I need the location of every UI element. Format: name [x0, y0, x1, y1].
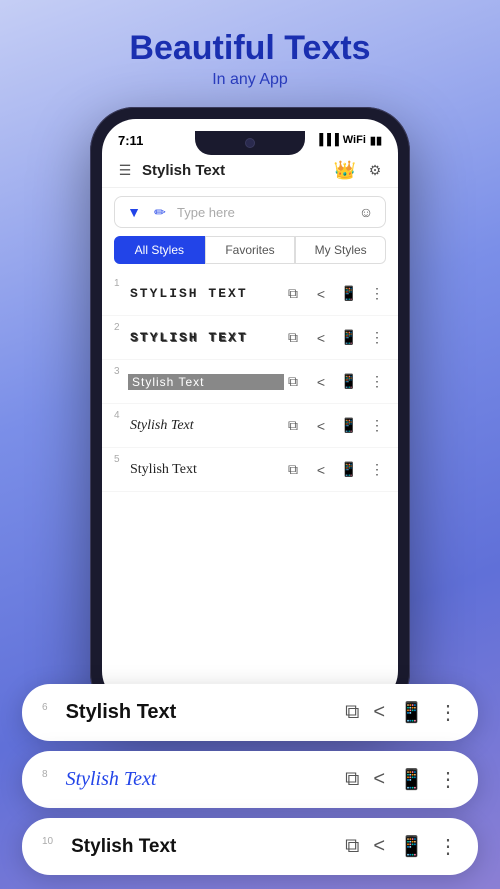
- floating-card-8: 8 Stylish Text ⧉ < 📱 ⋮: [22, 751, 478, 808]
- item-number: 2: [114, 320, 128, 333]
- search-bar[interactable]: ▼ ✏ Type here ☺: [114, 196, 386, 228]
- page-title: Beautiful Texts: [129, 30, 370, 67]
- item-number: 3: [114, 364, 128, 377]
- item-text-1: STYLISH TEXT: [128, 286, 284, 301]
- phone-screen: 7:11 ▐▐▐ WiFi ▮▮ ☰ Stylish Text 👑 ⚙ ▼ ✏ …: [102, 119, 398, 705]
- share-icon[interactable]: <: [373, 701, 385, 724]
- search-placeholder: Type here: [177, 205, 349, 220]
- share-icon[interactable]: <: [312, 417, 330, 435]
- whatsapp-icon[interactable]: 📱: [399, 767, 424, 792]
- item-text-2: STYLISH TEXT: [128, 330, 284, 345]
- tab-my-styles[interactable]: My Styles: [295, 236, 386, 264]
- copy-icon[interactable]: ⧉: [284, 461, 302, 479]
- header-icons: 👑 ⚙: [336, 161, 384, 179]
- more-icon[interactable]: ⋮: [438, 834, 458, 859]
- app-header-left: ☰ Stylish Text: [116, 161, 225, 179]
- item-actions: ⧉ < 📱 ⋮: [284, 461, 386, 479]
- item-actions: ⧉ < 📱 ⋮: [284, 373, 386, 391]
- page-subtitle: In any App: [129, 71, 370, 89]
- more-icon[interactable]: ⋮: [368, 417, 386, 435]
- item-number: 4: [114, 408, 128, 421]
- share-icon[interactable]: <: [312, 285, 330, 303]
- item-number: 5: [114, 452, 128, 465]
- whatsapp-icon[interactable]: 📱: [399, 834, 424, 859]
- phone-notch: [195, 131, 305, 155]
- app-name: Stylish Text: [142, 162, 225, 179]
- app-header-text: Beautiful Texts In any App: [129, 30, 370, 89]
- whatsapp-icon[interactable]: 📱: [340, 285, 358, 303]
- item-number: 8: [42, 767, 48, 780]
- whatsapp-icon[interactable]: 📱: [340, 461, 358, 479]
- item-text-5: Stylish Text: [128, 462, 284, 478]
- status-icons: ▐▐▐ WiFi ▮▮: [315, 134, 382, 147]
- item-actions: ⧉ < 📱 ⋮: [284, 329, 386, 347]
- copy-icon[interactable]: ⧉: [284, 285, 302, 303]
- battery-icon: ▮▮: [370, 134, 382, 147]
- more-icon[interactable]: ⋮: [368, 329, 386, 347]
- share-icon[interactable]: <: [312, 329, 330, 347]
- app-toolbar: ☰ Stylish Text 👑 ⚙: [102, 155, 398, 188]
- card-text-6: Stylish Text: [66, 701, 328, 724]
- copy-icon[interactable]: ⧉: [345, 835, 359, 858]
- floating-cards-wrapper: 6 Stylish Text ⧉ < 📱 ⋮ 8 Stylish Text ⧉ …: [0, 684, 500, 889]
- item-number: 1: [114, 276, 128, 289]
- list-item: 5 Stylish Text ⧉ < 📱 ⋮: [102, 448, 398, 492]
- whatsapp-icon[interactable]: 📱: [340, 373, 358, 391]
- item-number: 10: [42, 834, 53, 847]
- more-icon[interactable]: ⋮: [368, 461, 386, 479]
- smiley-icon[interactable]: ☺: [357, 203, 375, 221]
- card-text-10: Stylish Text: [71, 836, 327, 858]
- tab-bar: All Styles Favorites My Styles: [114, 236, 386, 264]
- floating-card-10: 10 Stylish Text ⧉ < 📱 ⋮: [22, 818, 478, 875]
- crown-icon[interactable]: 👑: [336, 161, 354, 179]
- filter-icon[interactable]: ▼: [125, 203, 143, 221]
- more-icon[interactable]: ⋮: [368, 373, 386, 391]
- more-icon[interactable]: ⋮: [438, 767, 458, 792]
- list-item: 3 Stylish Text ⧉ < 📱 ⋮: [102, 360, 398, 404]
- copy-icon[interactable]: ⧉: [284, 373, 302, 391]
- pencil-icon[interactable]: ✏: [151, 203, 169, 221]
- gear-icon[interactable]: ⚙: [366, 161, 384, 179]
- copy-icon[interactable]: ⧉: [345, 768, 359, 791]
- list-item: 1 STYLISH TEXT ⧉ < 📱 ⋮: [102, 272, 398, 316]
- status-time: 7:11: [118, 133, 143, 148]
- signal-icon: ▐▐▐: [315, 134, 338, 146]
- wifi-icon: WiFi: [343, 134, 366, 146]
- item-text-3: Stylish Text: [128, 374, 284, 390]
- phone-frame: 7:11 ▐▐▐ WiFi ▮▮ ☰ Stylish Text 👑 ⚙ ▼ ✏ …: [90, 107, 410, 717]
- share-icon[interactable]: <: [373, 835, 385, 858]
- copy-icon[interactable]: ⧉: [345, 701, 359, 724]
- item-text-4: Stylish Text: [128, 418, 284, 434]
- more-icon[interactable]: ⋮: [368, 285, 386, 303]
- tab-all-styles[interactable]: All Styles: [114, 236, 205, 264]
- menu-icon[interactable]: ☰: [116, 161, 134, 179]
- share-icon[interactable]: <: [373, 768, 385, 791]
- copy-icon[interactable]: ⧉: [284, 329, 302, 347]
- tab-favorites[interactable]: Favorites: [205, 236, 296, 264]
- item-actions: ⧉ < 📱 ⋮: [284, 285, 386, 303]
- card-actions: ⧉ < 📱 ⋮: [345, 700, 458, 725]
- floating-card-6: 6 Stylish Text ⧉ < 📱 ⋮: [22, 684, 478, 741]
- style-list: 1 STYLISH TEXT ⧉ < 📱 ⋮ 2 STYLISH TEXT ⧉ …: [102, 272, 398, 492]
- list-item: 2 STYLISH TEXT ⧉ < 📱 ⋮: [102, 316, 398, 360]
- card-actions: ⧉ < 📱 ⋮: [345, 767, 458, 792]
- whatsapp-icon[interactable]: 📱: [340, 417, 358, 435]
- notch-camera: [245, 138, 255, 148]
- whatsapp-icon[interactable]: 📱: [399, 700, 424, 725]
- copy-icon[interactable]: ⧉: [284, 417, 302, 435]
- card-text-8: Stylish Text: [66, 768, 328, 791]
- more-icon[interactable]: ⋮: [438, 700, 458, 725]
- list-item: 4 Stylish Text ⧉ < 📱 ⋮: [102, 404, 398, 448]
- share-icon[interactable]: <: [312, 373, 330, 391]
- card-actions: ⧉ < 📱 ⋮: [345, 834, 458, 859]
- item-actions: ⧉ < 📱 ⋮: [284, 417, 386, 435]
- share-icon[interactable]: <: [312, 461, 330, 479]
- whatsapp-icon[interactable]: 📱: [340, 329, 358, 347]
- item-number: 6: [42, 700, 48, 713]
